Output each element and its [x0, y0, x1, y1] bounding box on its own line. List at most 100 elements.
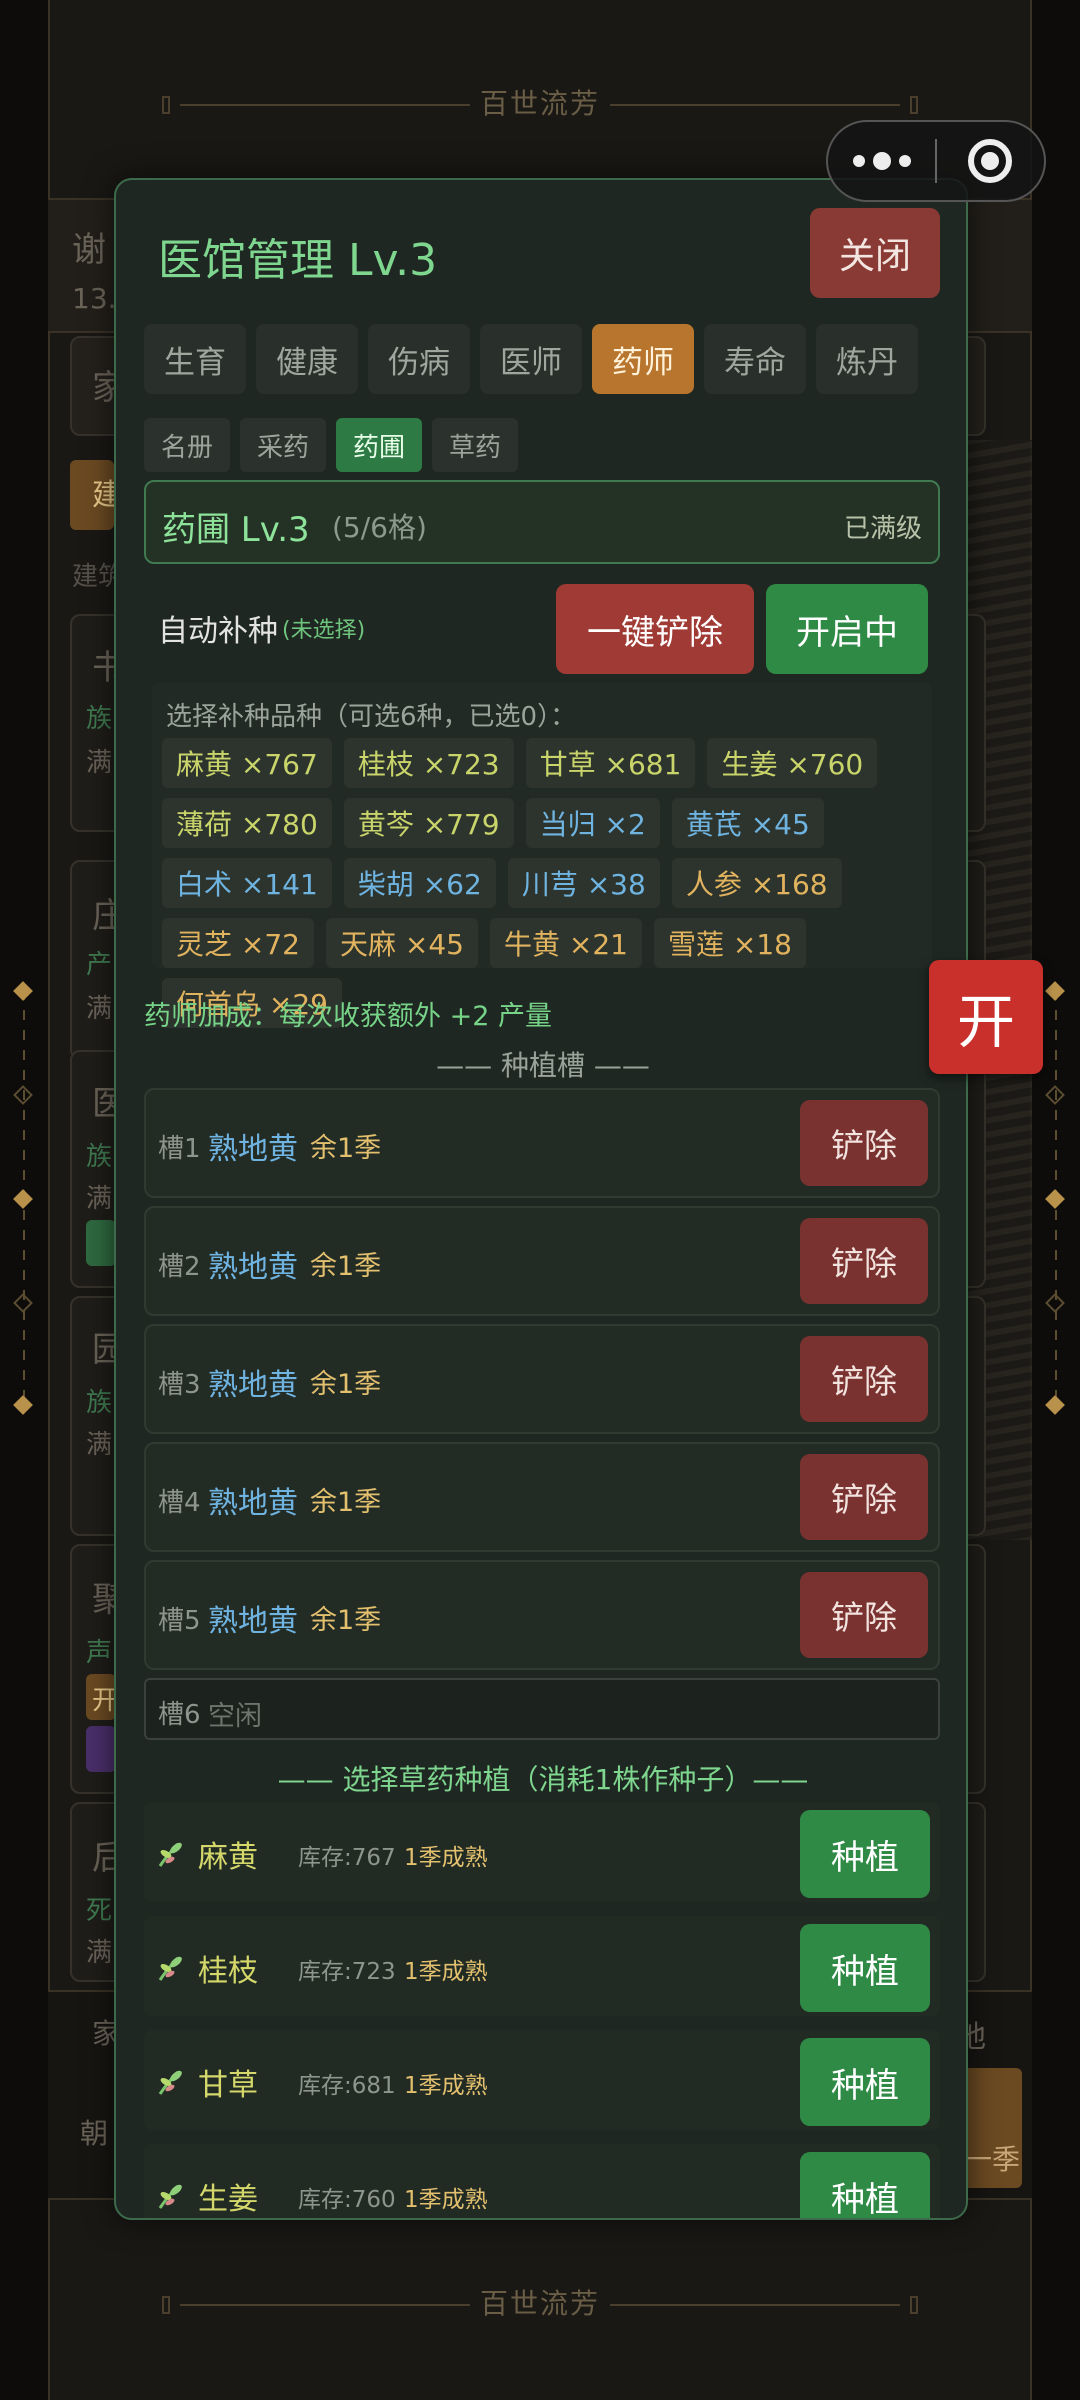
plant-option: 桂枝 库存:723 1季成熟 种植	[144, 1916, 940, 2016]
seed-option[interactable]: 黄芩 ×779	[343, 798, 514, 848]
herb-sprout-icon	[158, 2184, 182, 2209]
clinic-management-dialog: 医馆管理 Lv.3 关闭 生育 健康 伤病 医师 药师 寿命 炼丹 名册 采药 …	[114, 178, 968, 2220]
plant-button[interactable]: 种植	[800, 1924, 930, 2012]
seed-option[interactable]: 川芎 ×38	[507, 858, 660, 908]
slot-number: 槽4	[158, 1488, 201, 1518]
bottom-banner-title: 百世流芳	[479, 2287, 600, 2320]
tab-health[interactable]: 健康	[256, 324, 358, 394]
bg-label: 满	[86, 994, 113, 1024]
clear-all-button[interactable]: 一键铲除	[556, 584, 754, 674]
seed-option[interactable]: 麻黄 ×767	[162, 738, 332, 788]
floating-open-button[interactable]: 开	[929, 960, 1043, 1074]
bg-label: 谢	[72, 230, 106, 270]
slot-idle-status: 空闲	[208, 1701, 262, 1732]
seed-option[interactable]: 甘草 ×681	[525, 738, 696, 788]
seed-list: 麻黄 ×767 桂枝 ×723 甘草 ×681 生姜 ×760 薄荷 ×780 …	[162, 738, 922, 1028]
plant-selection-title: —— 选择草药种植（消耗1株作种子）——	[277, 1763, 809, 1796]
auto-replant-toggle[interactable]: 开启中	[766, 584, 928, 674]
plant-stock: 库存:767	[298, 1845, 396, 1871]
slot-herb: 熟地黄	[208, 1486, 298, 1521]
top-banner-title: 百世流芳	[479, 87, 600, 120]
bg-label: 满	[86, 1430, 113, 1460]
seed-option[interactable]: 天麻 ×45	[326, 918, 478, 968]
plant-maturity: 1季成熟	[404, 1845, 488, 1871]
bg-label: 朝	[80, 2117, 109, 2150]
plant-button[interactable]: 种植	[800, 2038, 930, 2126]
slot-remaining: 余1季	[310, 1133, 382, 1164]
subtab-herbs[interactable]: 草药	[432, 418, 518, 472]
slot-herb: 熟地黄	[208, 1368, 298, 1403]
seed-option[interactable]: 牛黄 ×21	[490, 918, 642, 968]
plant-name: 桂枝	[198, 1954, 258, 1989]
plant-maturity: 1季成熟	[404, 2187, 488, 2213]
seed-option[interactable]: 灵芝 ×72	[162, 918, 314, 968]
seed-option[interactable]: 黄芪 ×45	[671, 798, 824, 848]
plant-button[interactable]: 种植	[800, 1810, 930, 1898]
tab-physician[interactable]: 医师	[480, 324, 582, 394]
bg-label: 一季	[964, 2143, 1021, 2176]
subtab-herb-garden[interactable]: 药圃	[336, 418, 422, 472]
plant-option: 麻黄 库存:767 1季成熟 种植	[144, 1802, 940, 1902]
herb-garden-header: 药圃 Lv.3 (5/6格) 已满级	[144, 480, 940, 564]
plant-name: 麻黄	[198, 1840, 258, 1875]
planting-slots-title: —— 种植槽 ——	[436, 1049, 650, 1082]
remove-button[interactable]: 铲除	[800, 1218, 928, 1304]
slot-number: 槽1	[158, 1134, 201, 1164]
seed-option[interactable]: 桂枝 ×723	[343, 738, 514, 788]
dialog-title: 医馆管理 Lv.3	[158, 235, 438, 286]
slot-remaining: 余1季	[310, 1487, 382, 1518]
remove-button[interactable]: 铲除	[800, 1572, 928, 1658]
plant-maturity: 1季成熟	[404, 2073, 488, 2099]
bg-label: 声	[86, 1638, 113, 1668]
diamond-icon	[1045, 1395, 1065, 1415]
plant-stock: 库存:723	[298, 1959, 396, 1985]
seed-option[interactable]: 白术 ×141	[162, 858, 332, 908]
close-miniprogram-icon[interactable]	[937, 122, 1044, 200]
tab-lifespan[interactable]: 寿命	[704, 324, 806, 394]
remove-button[interactable]: 铲除	[800, 1454, 928, 1540]
more-options-icon[interactable]	[828, 122, 935, 200]
garden-capacity: (5/6格)	[332, 511, 427, 544]
subtab-roster[interactable]: 名册	[144, 418, 230, 472]
plant-button[interactable]: 种植	[800, 2152, 930, 2218]
sub-tabs: 名册 采药 药圃 草药	[144, 418, 518, 472]
tab-pharmacist[interactable]: 药师	[592, 324, 694, 394]
tab-birth[interactable]: 生育	[144, 324, 246, 394]
auto-replant-label: 自动补种	[158, 614, 278, 649]
auto-replant-status: (未选择)	[282, 618, 366, 643]
slot-herb: 熟地黄	[208, 1604, 298, 1639]
herb-sprout-icon	[158, 1956, 182, 1981]
slot-herb: 熟地黄	[208, 1132, 298, 1167]
remove-button[interactable]: 铲除	[800, 1336, 928, 1422]
seed-option[interactable]: 薄荷 ×780	[162, 798, 332, 848]
bg-label: 死	[86, 1896, 113, 1926]
seed-option[interactable]: 人参 ×168	[671, 858, 842, 908]
seed-option[interactable]: 生姜 ×760	[707, 738, 878, 788]
diamond-icon	[13, 1189, 33, 1209]
herb-sprout-icon	[158, 2070, 182, 2095]
seed-option[interactable]: 当归 ×2	[525, 798, 660, 848]
diamond-icon	[1045, 1189, 1065, 1209]
subtab-gather[interactable]: 采药	[240, 418, 326, 472]
bg-chip	[86, 1726, 116, 1772]
slot-number: 槽6	[158, 1700, 201, 1730]
seed-option[interactable]: 雪莲 ×18	[654, 918, 806, 968]
main-tabs: 生育 健康 伤病 医师 药师 寿命 炼丹	[144, 324, 918, 394]
remove-button[interactable]: 铲除	[800, 1100, 928, 1186]
seed-option[interactable]: 柴胡 ×62	[343, 858, 496, 908]
bg-label: 满	[86, 1938, 113, 1968]
plant-maturity: 1季成熟	[404, 1959, 488, 1985]
herb-sprout-icon	[158, 1842, 182, 1867]
diamond-icon	[13, 1395, 33, 1415]
slot-number: 槽2	[158, 1252, 201, 1282]
diamond-icon	[1045, 981, 1065, 1001]
close-button[interactable]: 关闭	[810, 208, 940, 298]
bg-label: 产	[86, 950, 113, 980]
seed-selection-panel: 选择补种品种（可选6种，已选0）： 麻黄 ×767 桂枝 ×723 甘草 ×68…	[152, 682, 932, 1028]
tab-alchemy[interactable]: 炼丹	[816, 324, 918, 394]
slot-remaining: 余1季	[310, 1251, 382, 1282]
slot-remaining: 余1季	[310, 1605, 382, 1636]
bg-label: 满	[86, 748, 113, 778]
tab-injury[interactable]: 伤病	[368, 324, 470, 394]
diamond-icon	[1045, 1085, 1065, 1105]
